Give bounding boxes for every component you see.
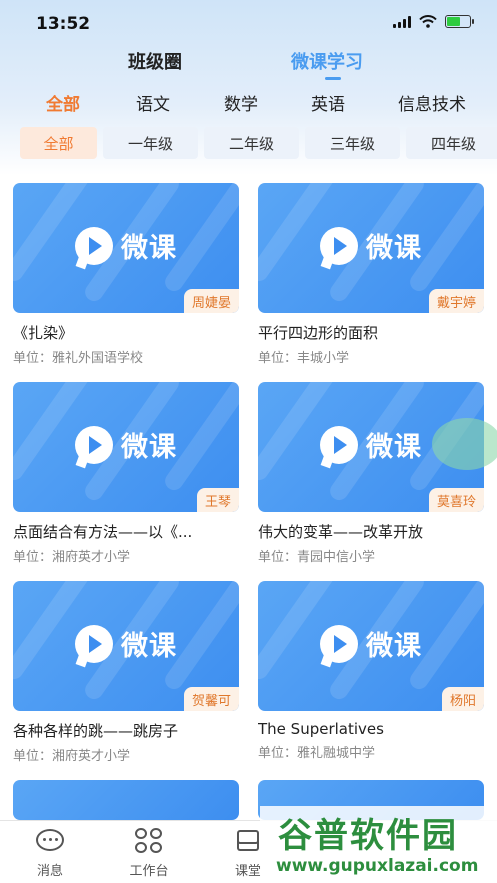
chat-icon	[34, 827, 66, 855]
video-title[interactable]: 各种各样的跳——跳房子	[13, 720, 239, 741]
tab-micro-course[interactable]: 微课学习	[291, 48, 363, 74]
video-card[interactable]: 微课 王琴 点面结合有方法——以《... 单位：湘府英才小学	[13, 382, 239, 565]
teacher-badge: 莫喜玲	[428, 488, 484, 512]
video-card[interactable]: 微课 贺馨可 各种各样的跳——跳房子 单位：湘府英才小学	[13, 581, 239, 764]
video-card[interactable]: 微课 戴宇婷 平行四边形的面积 单位：丰城小学	[258, 183, 484, 366]
play-icon	[320, 624, 358, 663]
subject-filter: 全部 语文 数学 英语 信息技术	[0, 90, 497, 120]
watermark-url: www.gupuxlazai.com	[276, 856, 479, 876]
video-card[interactable]: 微课 杨阳 The Superlatives 单位：雅礼融城中学	[258, 581, 484, 761]
grade-1[interactable]: 一年级	[103, 127, 198, 159]
subject-chinese[interactable]: 语文	[136, 90, 170, 115]
battery-icon	[445, 15, 474, 28]
video-thumbnail[interactable]: 微课 王琴	[13, 382, 239, 512]
teacher-badge: 贺馨可	[183, 687, 239, 711]
teacher-badge: 王琴	[196, 488, 239, 512]
teacher-badge: 杨阳	[441, 687, 484, 711]
video-thumbnail[interactable]	[13, 780, 239, 820]
video-unit: 单位：青园中信小学	[258, 550, 376, 565]
watermark-title: 谷普软件园	[278, 816, 458, 856]
grade-3[interactable]: 三年级	[305, 127, 400, 159]
video-title[interactable]: 平行四边形的面积	[258, 322, 484, 343]
subject-math[interactable]: 数学	[224, 90, 258, 115]
teacher-badge: 周婕晏	[183, 289, 239, 313]
video-thumbnail[interactable]: 微课 杨阳	[258, 581, 484, 711]
nav-workbench[interactable]: 工作台	[114, 827, 184, 879]
signal-icon	[393, 15, 411, 28]
nav-label: 工作台	[129, 864, 169, 879]
grade-2[interactable]: 二年级	[204, 127, 299, 159]
status-icons	[393, 15, 474, 28]
play-icon	[320, 425, 358, 464]
grade-filter: 全部 一年级 二年级 三年级 四年级	[0, 127, 497, 161]
touch-indicator	[432, 418, 497, 470]
wifi-icon	[419, 15, 437, 28]
main-tabs: 班级圈 微课学习	[0, 48, 497, 84]
play-icon	[75, 624, 113, 663]
video-unit: 单位：雅礼融城中学	[258, 746, 376, 761]
video-title[interactable]: 点面结合有方法——以《...	[13, 521, 239, 542]
video-unit: 单位：丰城小学	[258, 351, 350, 366]
subject-all[interactable]: 全部	[46, 90, 80, 115]
play-icon	[75, 425, 113, 464]
subject-it[interactable]: 信息技术	[398, 90, 466, 115]
nav-messages[interactable]: 消息	[15, 827, 85, 879]
subject-english[interactable]: 英语	[311, 90, 345, 115]
play-icon	[75, 226, 113, 265]
tab-class-circle[interactable]: 班级圈	[128, 48, 182, 74]
video-unit: 单位：雅礼外国语学校	[13, 351, 144, 366]
grid-icon	[133, 827, 165, 855]
video-card[interactable]	[13, 780, 239, 820]
video-title[interactable]: 伟大的变革——改革开放	[258, 521, 484, 542]
video-thumbnail[interactable]: 微课 周婕晏	[13, 183, 239, 313]
nav-label: 课堂	[234, 864, 261, 879]
video-thumbnail[interactable]: 微课 贺馨可	[13, 581, 239, 711]
video-thumbnail[interactable]: 微课 戴宇婷	[258, 183, 484, 313]
video-card[interactable]: 微课 周婕晏 《扎染》 单位：雅礼外国语学校	[13, 183, 239, 366]
teacher-badge: 戴宇婷	[428, 289, 484, 313]
status-time: 13:52	[36, 14, 91, 34]
video-card[interactable]: 微课 莫喜玲 伟大的变革——改革开放 单位：青园中信小学	[258, 382, 484, 565]
status-bar: 13:52	[0, 0, 497, 46]
grade-all[interactable]: 全部	[20, 127, 97, 159]
video-unit: 单位：湘府英才小学	[13, 550, 131, 565]
play-icon	[320, 226, 358, 265]
grade-4[interactable]: 四年级	[406, 127, 497, 159]
video-unit: 单位：湘府英才小学	[13, 749, 131, 764]
video-title[interactable]: 《扎染》	[13, 322, 239, 343]
nav-label: 消息	[36, 864, 63, 879]
tab-underline	[325, 77, 341, 80]
watermark: 谷普软件园 www.gupuxlazai.com	[260, 806, 497, 883]
video-title[interactable]: The Superlatives	[258, 720, 484, 738]
